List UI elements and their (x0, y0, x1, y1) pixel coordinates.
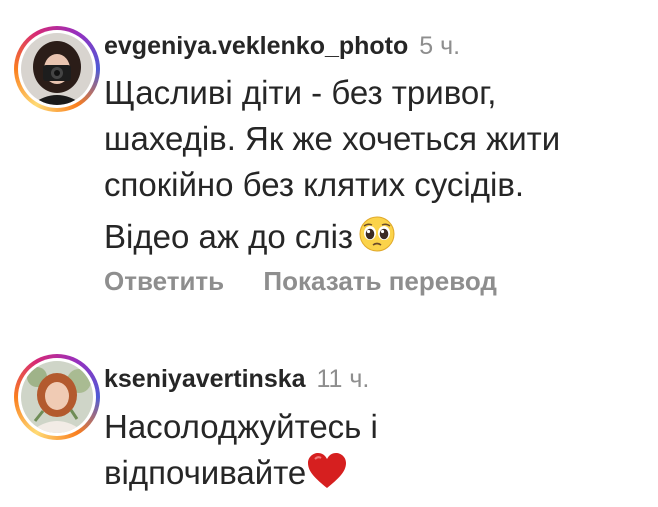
red-heart-emoji-icon (306, 452, 348, 502)
username[interactable]: kseniyavertinska (104, 365, 306, 393)
comment-line: Насолоджуйтесь і (104, 408, 378, 445)
timestamp[interactable]: 11 ч. (316, 365, 369, 393)
comment-header: kseniyavertinska 11 ч. (104, 364, 369, 394)
avatar (21, 361, 93, 433)
comment-line: відпочивайте (104, 454, 307, 491)
comment-text: Насолоджуйтесь і відпочивайте (104, 404, 378, 502)
comment-2: kseniyavertinska 11 ч. Насолоджуйтесь і … (0, 0, 658, 507)
avatar-story-ring[interactable] (14, 354, 100, 440)
comment-paragraph: відпочивайте (104, 450, 378, 502)
